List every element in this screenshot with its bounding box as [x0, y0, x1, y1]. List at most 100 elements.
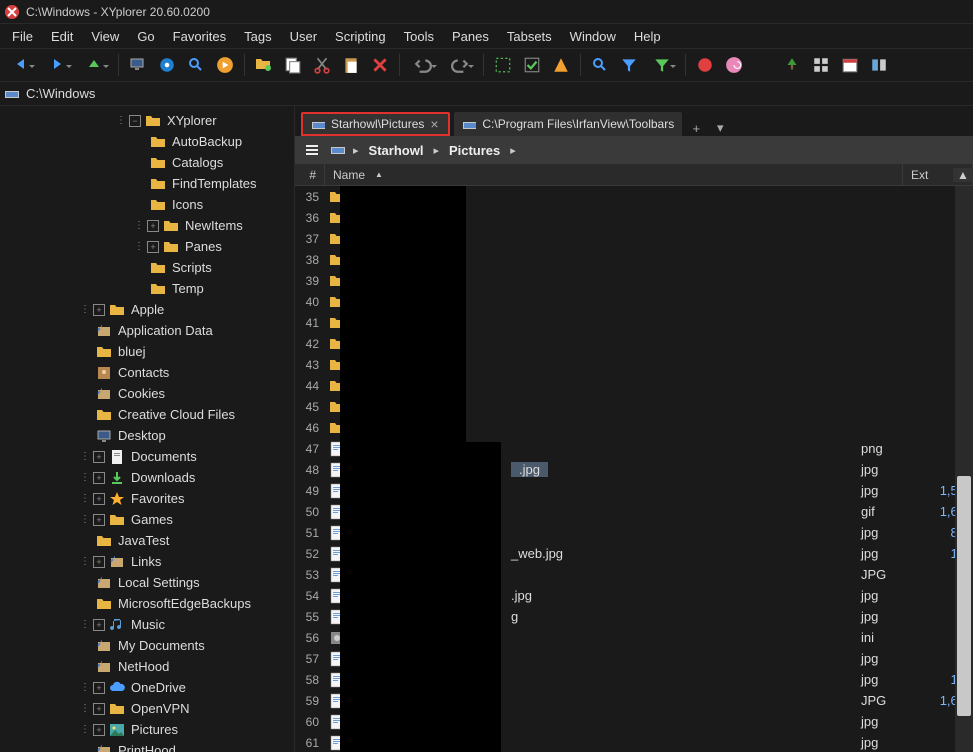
tree-item[interactable]: Catalogs: [0, 152, 294, 173]
paste-button[interactable]: [338, 52, 364, 78]
tree-item[interactable]: PrintHood: [0, 740, 294, 752]
forward-button[interactable]: [41, 52, 75, 78]
desktop-button[interactable]: [125, 52, 151, 78]
panes-button[interactable]: [866, 52, 892, 78]
tree-item[interactable]: ⋮+Favorites: [0, 488, 294, 509]
expand-icon[interactable]: [80, 598, 92, 610]
menu-window[interactable]: Window: [562, 27, 624, 46]
folder-tree[interactable]: ⋮−XYplorerAutoBackupCatalogsFindTemplate…: [0, 106, 295, 752]
redo-button[interactable]: [443, 52, 477, 78]
expand-icon[interactable]: [80, 661, 92, 673]
expand-icon[interactable]: [80, 409, 92, 421]
expand-icon[interactable]: [80, 430, 92, 442]
menu-favorites[interactable]: Favorites: [165, 27, 234, 46]
tree-item[interactable]: ⋮+Panes: [0, 236, 294, 257]
tree-item[interactable]: Creative Cloud Files: [0, 404, 294, 425]
delete-button[interactable]: [367, 52, 393, 78]
tree-item[interactable]: Scripts: [0, 257, 294, 278]
expand-icon[interactable]: [80, 745, 92, 752]
expand-icon[interactable]: [134, 178, 146, 190]
expand-icon[interactable]: [134, 136, 146, 148]
menu-scripting[interactable]: Scripting: [327, 27, 394, 46]
crumb-0[interactable]: Starhowl: [363, 141, 430, 160]
play-button[interactable]: [212, 52, 238, 78]
expand-icon[interactable]: +: [93, 556, 105, 568]
tree-item[interactable]: Temp: [0, 278, 294, 299]
tree-item[interactable]: Application Data: [0, 320, 294, 341]
menu-panes[interactable]: Panes: [444, 27, 497, 46]
expand-icon[interactable]: +: [93, 493, 105, 505]
tree-item[interactable]: Icons: [0, 194, 294, 215]
expand-icon[interactable]: [80, 535, 92, 547]
moon-button[interactable]: [750, 52, 776, 78]
target-button[interactable]: [154, 52, 180, 78]
spiral-button[interactable]: [721, 52, 747, 78]
scroll-up-button[interactable]: ▲: [953, 168, 973, 182]
expand-icon[interactable]: [80, 367, 92, 379]
menu-help[interactable]: Help: [626, 27, 669, 46]
expand-icon[interactable]: [134, 283, 146, 295]
expand-icon[interactable]: [80, 577, 92, 589]
menu-file[interactable]: File: [4, 27, 41, 46]
tree-item[interactable]: MicrosoftEdgeBackups: [0, 593, 294, 614]
tree-item[interactable]: My Documents: [0, 635, 294, 656]
grid-button[interactable]: [808, 52, 834, 78]
tree-item[interactable]: ⋮+Downloads: [0, 467, 294, 488]
expand-icon[interactable]: +: [147, 220, 159, 232]
tab-1[interactable]: C:\Program Files\IrfanView\Toolbars: [454, 112, 682, 136]
expand-icon[interactable]: +: [93, 451, 105, 463]
tab-0[interactable]: Starhowl\Pictures×: [301, 112, 450, 136]
close-icon[interactable]: ×: [430, 117, 440, 131]
expand-icon[interactable]: +: [93, 472, 105, 484]
expand-icon[interactable]: [80, 640, 92, 652]
cut-button[interactable]: [309, 52, 335, 78]
tree-item[interactable]: ⋮+Apple: [0, 299, 294, 320]
tree-item[interactable]: Contacts: [0, 362, 294, 383]
vertical-scrollbar[interactable]: [955, 186, 973, 752]
select-button[interactable]: [490, 52, 516, 78]
tree-item[interactable]: ⋮+OneDrive: [0, 677, 294, 698]
expand-icon[interactable]: [80, 346, 92, 358]
tree-item[interactable]: ⋮+Documents: [0, 446, 294, 467]
tree-item[interactable]: ⋮+NewItems: [0, 215, 294, 236]
expand-icon[interactable]: −: [129, 115, 141, 127]
menu-go[interactable]: Go: [129, 27, 162, 46]
menu-edit[interactable]: Edit: [43, 27, 81, 46]
calendar-button[interactable]: [837, 52, 863, 78]
filter-button[interactable]: [616, 52, 642, 78]
red-circle-button[interactable]: [692, 52, 718, 78]
tree-button[interactable]: [779, 52, 805, 78]
tree-item[interactable]: ⋮+OpenVPN: [0, 698, 294, 719]
filter2-button[interactable]: [645, 52, 679, 78]
expand-icon[interactable]: [80, 388, 92, 400]
tree-item[interactable]: ⋮−XYplorer: [0, 110, 294, 131]
tree-item[interactable]: FindTemplates: [0, 173, 294, 194]
expand-icon[interactable]: +: [147, 241, 159, 253]
expand-icon[interactable]: [134, 199, 146, 211]
expand-icon[interactable]: +: [93, 682, 105, 694]
tree-item[interactable]: bluej: [0, 341, 294, 362]
tree-item[interactable]: JavaTest: [0, 530, 294, 551]
tree-item[interactable]: ⋮+Pictures: [0, 719, 294, 740]
expand-icon[interactable]: [80, 325, 92, 337]
menu-tools[interactable]: Tools: [396, 27, 442, 46]
up-button[interactable]: [78, 52, 112, 78]
tree-item[interactable]: NetHood: [0, 656, 294, 677]
tree-item[interactable]: Desktop: [0, 425, 294, 446]
expand-icon[interactable]: +: [93, 703, 105, 715]
addressbar[interactable]: C:\Windows: [0, 82, 973, 106]
expand-icon[interactable]: +: [93, 514, 105, 526]
undo-button[interactable]: [406, 52, 440, 78]
menu-tabsets[interactable]: Tabsets: [499, 27, 560, 46]
tree-item[interactable]: ⋮+Games: [0, 509, 294, 530]
check-button[interactable]: [519, 52, 545, 78]
menu-view[interactable]: View: [83, 27, 127, 46]
col-num[interactable]: #: [295, 164, 325, 185]
tree-item[interactable]: Cookies: [0, 383, 294, 404]
tree-item[interactable]: AutoBackup: [0, 131, 294, 152]
expand-icon[interactable]: [134, 262, 146, 274]
tree-item[interactable]: Local Settings: [0, 572, 294, 593]
back-button[interactable]: [4, 52, 38, 78]
search-button[interactable]: [183, 52, 209, 78]
breadcrumb-drive-icon[interactable]: [327, 139, 349, 161]
